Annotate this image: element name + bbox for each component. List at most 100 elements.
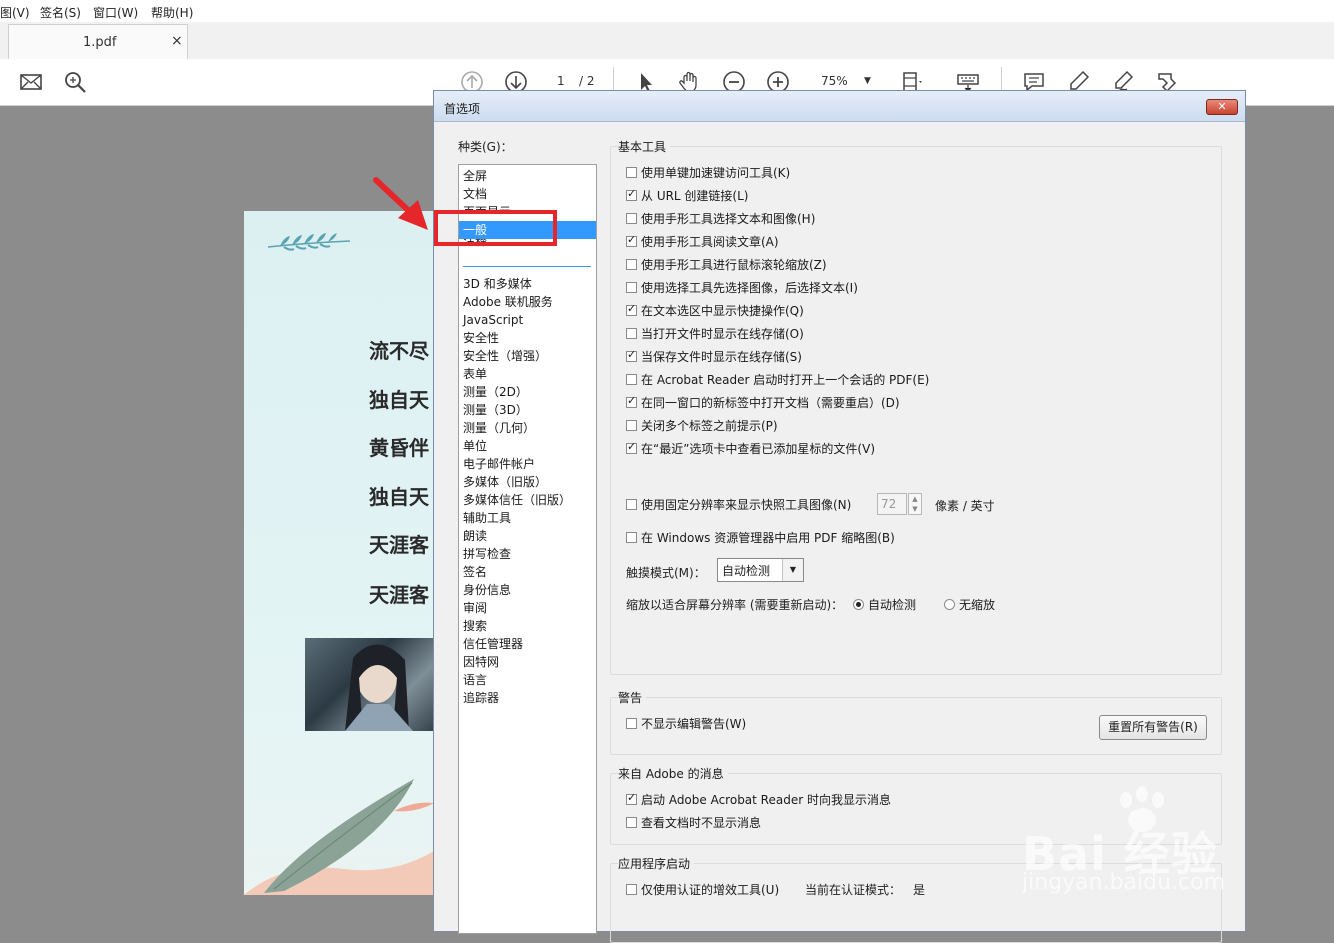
checkbox[interactable]: [626, 718, 637, 729]
category-item[interactable]: 搜索: [459, 617, 596, 635]
option-label: 在“最近”选项卡中查看已添加星标的文件(V): [641, 442, 876, 456]
radio[interactable]: [944, 599, 955, 610]
category-item[interactable]: 表单: [459, 365, 596, 383]
mail-icon[interactable]: [18, 69, 44, 95]
option-online-storage-open[interactable]: 当打开文件时显示在线存储(O): [626, 325, 804, 341]
category-item[interactable]: 追踪器: [459, 689, 596, 707]
option-label: 在 Windows 资源管理器中启用 PDF 缩略图(B): [641, 531, 895, 545]
option-label: 使用单键加速键访问工具(K): [641, 166, 791, 180]
category-item[interactable]: Adobe 联机服务: [459, 293, 596, 311]
category-item[interactable]: 多媒体（旧版）: [459, 473, 596, 491]
option-hand-wheel-zoom[interactable]: 使用手形工具进行鼠标滚轮缩放(Z): [626, 256, 827, 272]
chevron-down-icon[interactable]: ▼: [782, 559, 803, 581]
checkbox[interactable]: [626, 791, 637, 805]
resolution-spinner[interactable]: ▲ ▼: [908, 493, 922, 515]
page-number[interactable]: 1: [557, 74, 565, 88]
option-reopen-last-session[interactable]: 在 Acrobat Reader 启动时打开上一个会话的 PDF(E): [626, 371, 929, 387]
touch-mode-value: 自动检测: [722, 564, 771, 578]
category-item[interactable]: JavaScript: [459, 311, 596, 329]
category-item[interactable]: 3D 和多媒体: [459, 275, 596, 293]
checkbox[interactable]: [626, 328, 637, 339]
option-hand-read-articles[interactable]: 使用手形工具阅读文章(A): [626, 233, 779, 249]
scale-none-radio[interactable]: 无缩放: [944, 596, 995, 612]
zoom-level[interactable]: 75%: [821, 74, 848, 88]
option-label: 使用手形工具进行鼠标滚轮缩放(Z): [641, 258, 827, 272]
category-list[interactable]: 全屏 文档 页面显示 一般 注释 3D 和多媒体 Adobe 联机服务 Java…: [458, 164, 597, 934]
option-create-links-from-urls[interactable]: 从 URL 创建链接(L): [626, 187, 749, 203]
menu-window[interactable]: 窗口(W): [93, 4, 138, 21]
option-label: 仅使用认证的增效工具(U): [641, 883, 780, 897]
reset-warnings-button[interactable]: 重置所有警告(R): [1099, 715, 1207, 740]
category-item[interactable]: 测量（3D）: [459, 401, 596, 419]
option-certified-plugins-only[interactable]: 仅使用认证的增效工具(U): [626, 881, 779, 897]
checkbox[interactable]: [626, 282, 637, 293]
option-show-messages-on-launch[interactable]: 启动 Adobe Acrobat Reader 时向我显示消息: [626, 791, 891, 807]
checkbox[interactable]: [626, 167, 637, 178]
annotation-highlight-box: [434, 210, 557, 246]
option-no-edit-warning[interactable]: 不显示编辑警告(W): [626, 715, 746, 731]
menu-view[interactable]: 图(V): [0, 4, 30, 21]
category-item[interactable]: 语言: [459, 671, 596, 689]
category-item[interactable]: 测量（2D）: [459, 383, 596, 401]
category-item[interactable]: 拼写检查: [459, 545, 596, 563]
option-starred-files[interactable]: 在“最近”选项卡中查看已添加星标的文件(V): [626, 440, 875, 456]
checkbox[interactable]: [626, 213, 637, 224]
dialog-titlebar[interactable]: 首选项 ✕: [434, 91, 1245, 122]
checkbox[interactable]: [626, 233, 637, 247]
checkbox[interactable]: [626, 440, 637, 454]
checkbox[interactable]: [626, 394, 637, 408]
option-pdf-thumbnails[interactable]: 在 Windows 资源管理器中启用 PDF 缩略图(B): [626, 529, 895, 545]
category-item[interactable]: 因特网: [459, 653, 596, 671]
checkbox[interactable]: [626, 499, 637, 510]
option-prompt-close-tabs[interactable]: 关闭多个标签之前提示(P): [626, 417, 778, 433]
category-item[interactable]: 测量（几何）: [459, 419, 596, 437]
category-item[interactable]: 审阅: [459, 599, 596, 617]
checkbox[interactable]: [626, 302, 637, 316]
scale-auto-radio[interactable]: 自动检测: [853, 596, 916, 612]
option-online-storage-save[interactable]: 当保存文件时显示在线存储(S): [626, 348, 802, 364]
close-tab-icon[interactable]: ×: [171, 33, 183, 49]
category-item[interactable]: 签名: [459, 563, 596, 581]
category-item[interactable]: 文档: [459, 185, 596, 203]
category-item[interactable]: 全屏: [459, 167, 596, 185]
option-single-key-accelerators[interactable]: 使用单键加速键访问工具(K): [626, 164, 790, 180]
category-item[interactable]: 信任管理器: [459, 635, 596, 653]
option-open-in-new-tab[interactable]: 在同一窗口的新标签中打开文档（需要重启）(D): [626, 394, 900, 410]
category-item[interactable]: 身份信息: [459, 581, 596, 599]
checkbox[interactable]: [626, 374, 637, 385]
poem-line: 天涯客: [369, 583, 429, 607]
checkbox[interactable]: [626, 259, 637, 270]
touch-mode-select[interactable]: 自动检测 ▼: [717, 558, 804, 582]
category-item[interactable]: 单位: [459, 437, 596, 455]
checkbox[interactable]: [626, 348, 637, 362]
option-label: 使用手形工具阅读文章(A): [641, 235, 779, 249]
document-tab[interactable]: 1.pdf ×: [8, 24, 188, 59]
resolution-input[interactable]: 72: [877, 493, 907, 515]
checkbox[interactable]: [626, 420, 637, 431]
pdf-page: 流不尽 独自天 黄昏伴 独自天 天涯客 天涯客: [244, 211, 434, 895]
zoom-dropdown-icon[interactable]: ▼: [864, 76, 871, 86]
search-icon[interactable]: [62, 69, 88, 95]
category-item[interactable]: 多媒体信任（旧版）: [459, 491, 596, 509]
option-label: 从 URL 创建链接(L): [641, 189, 749, 203]
radio[interactable]: [853, 599, 864, 610]
checkbox[interactable]: [626, 817, 637, 828]
option-quick-actions[interactable]: 在文本选区中显示快捷操作(Q): [626, 302, 804, 318]
option-hand-select-text-images[interactable]: 使用手形工具选择文本和图像(H): [626, 210, 815, 226]
close-dialog-button[interactable]: ✕: [1206, 99, 1238, 115]
checkbox[interactable]: [626, 187, 637, 201]
option-label: 启动 Adobe Acrobat Reader 时向我显示消息: [641, 793, 891, 807]
menu-help[interactable]: 帮助(H): [151, 4, 193, 21]
checkbox[interactable]: [626, 532, 637, 543]
category-item[interactable]: 辅助工具: [459, 509, 596, 527]
option-select-images-first[interactable]: 使用选择工具先选择图像，后选择文本(I): [626, 279, 858, 295]
menu-sign[interactable]: 签名(S): [40, 4, 81, 21]
category-item[interactable]: 朗读: [459, 527, 596, 545]
portrait-photo: [305, 638, 434, 731]
category-item[interactable]: 电子邮件帐户: [459, 455, 596, 473]
option-hide-messages-viewing[interactable]: 查看文档时不显示消息: [626, 814, 761, 830]
checkbox[interactable]: [626, 884, 637, 895]
category-item[interactable]: 安全性（增强）: [459, 347, 596, 365]
option-fixed-resolution[interactable]: 使用固定分辨率来显示快照工具图像(N): [626, 496, 851, 512]
category-item[interactable]: 安全性: [459, 329, 596, 347]
